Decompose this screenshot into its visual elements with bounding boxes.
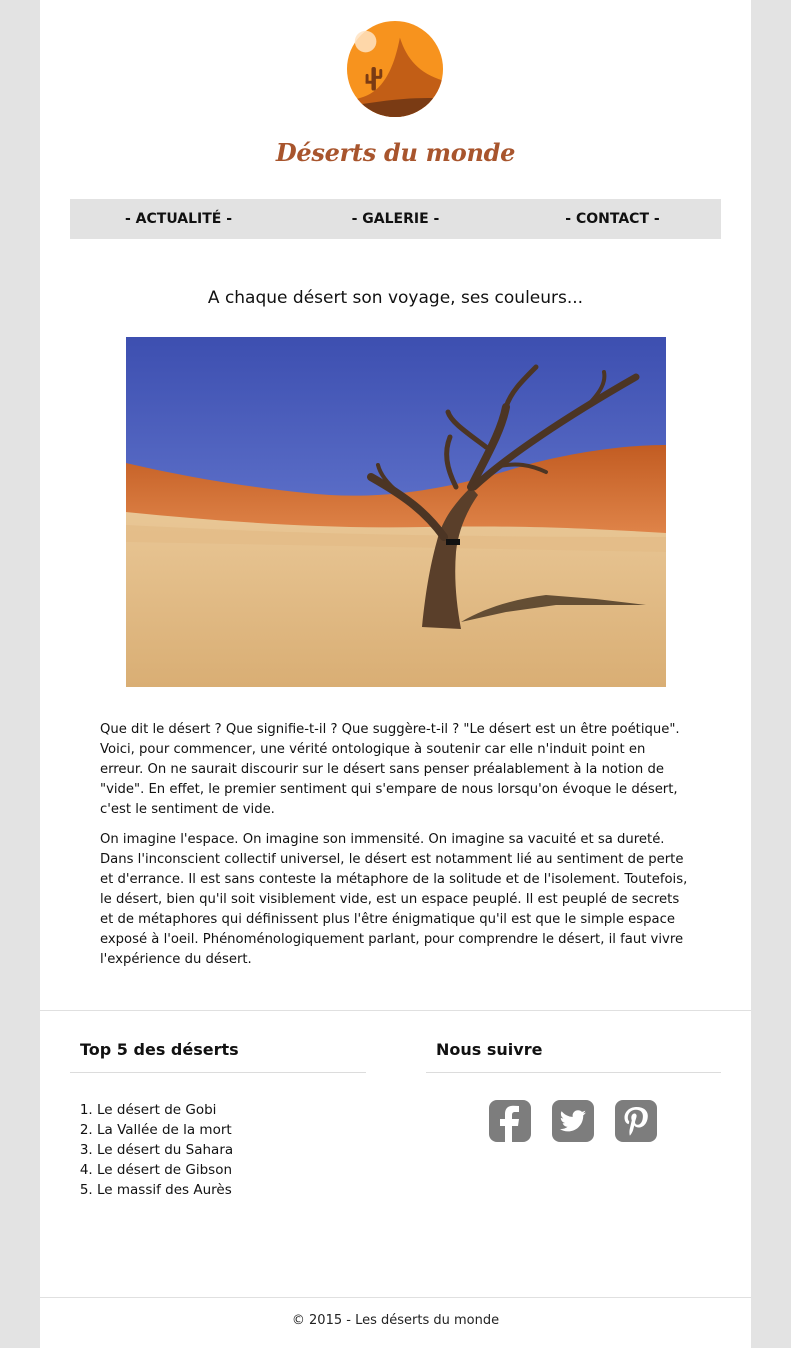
list-item: Le désert de Gobi [97, 1100, 233, 1120]
follow-rule [426, 1072, 721, 1073]
list-item: Le désert de Gibson [97, 1160, 233, 1180]
footer-copyright: © 2015 - Les déserts du monde [291, 1313, 500, 1328]
dead-tree-in-desert-image [126, 337, 666, 687]
follow-title: Nous suivre [436, 1040, 543, 1059]
facebook-icon[interactable] [489, 1100, 531, 1142]
section-divider [40, 1010, 751, 1011]
site-title: Déserts du monde [275, 138, 516, 167]
pinterest-icon[interactable] [615, 1100, 657, 1142]
desert-sun-cactus-icon [346, 20, 444, 118]
twitter-icon[interactable] [552, 1100, 594, 1142]
article-paragraph: Que dit le désert ? Que signifie-t-il ? … [100, 722, 680, 817]
list-item: La Vallée de la mort [97, 1120, 233, 1140]
top5-rule [70, 1072, 366, 1073]
list-item: Le massif des Aurès [97, 1180, 233, 1200]
nav-item-galerie[interactable]: - GALERIE - [287, 211, 504, 227]
list-item: Le désert du Sahara [97, 1140, 233, 1160]
page: Déserts du monde - ACTUALITÉ - - GALERIE… [40, 0, 751, 1348]
article-paragraph: On imagine l'espace. On imagine son imme… [100, 832, 688, 967]
main-nav: - ACTUALITÉ - - GALERIE - - CONTACT - [70, 199, 721, 239]
nav-item-contact[interactable]: - CONTACT - [504, 211, 721, 227]
page-headline: A chaque désert son voyage, ses couleurs… [207, 288, 584, 308]
article-body: Que dit le désert ? Que signifie-t-il ? … [100, 720, 692, 980]
footer-divider [40, 1297, 751, 1298]
nav-item-actualite[interactable]: - ACTUALITÉ - [70, 211, 287, 227]
top5-title: Top 5 des déserts [80, 1040, 239, 1059]
top5-list: Le désert de Gobi La Vallée de la mort L… [80, 1100, 233, 1200]
